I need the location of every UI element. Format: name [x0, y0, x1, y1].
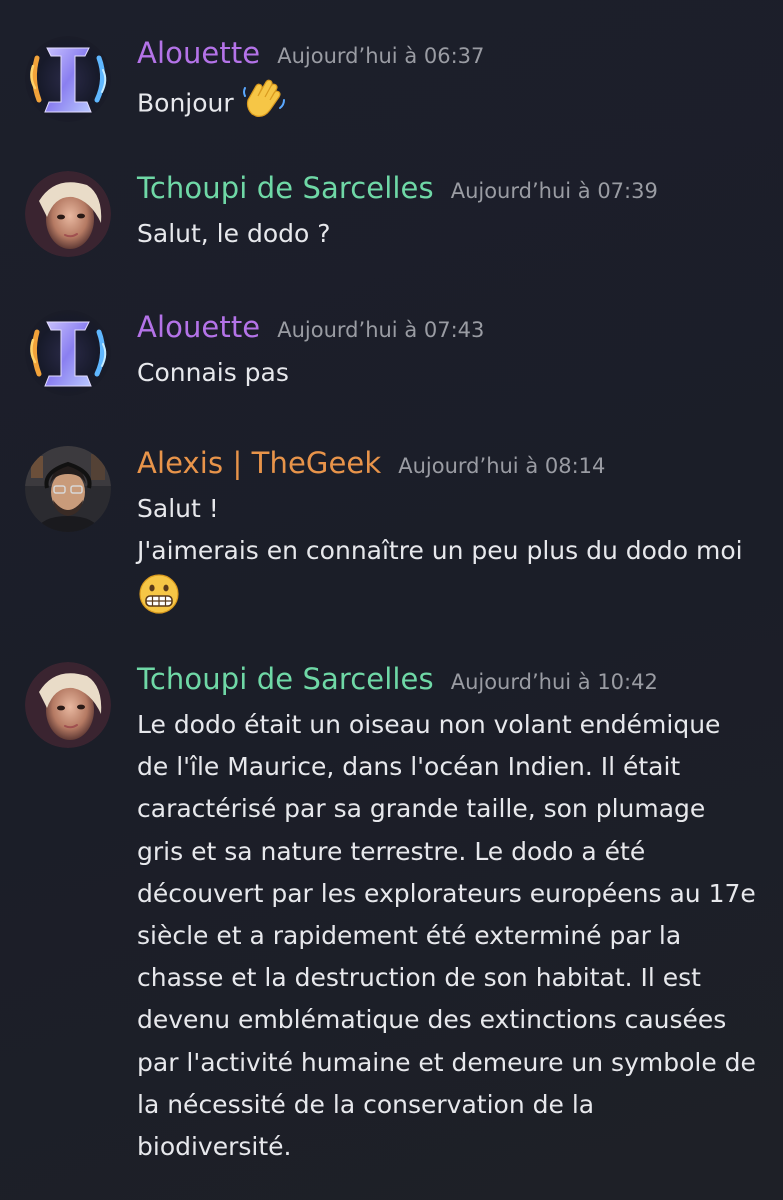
avatar-alouette[interactable] [25, 310, 111, 396]
message-text: biodiversité. [137, 1132, 292, 1162]
message-text: Salut, le dodo ? [137, 219, 331, 248]
grimacing-face-icon [137, 572, 181, 629]
author-name[interactable]: Alexis | TheGeek [137, 446, 381, 480]
message-text: J'aimerais en connaître un peu plus du d… [137, 536, 743, 565]
message-text: chasse et la destruction de son habitat.… [137, 963, 701, 993]
chat-message-list: Alouette Aujourd’hui à 06:37 Bonjour Tch… [0, 0, 783, 1200]
message-text: Bonjour [137, 88, 234, 118]
message-text: découvert par les explorateurs européens… [137, 878, 756, 908]
message-text: devenu emblématique des extinctions caus… [137, 1005, 727, 1035]
message-header: Alexis | TheGeek Aujourd’hui à 08:14 [137, 446, 605, 486]
message-text: de l'île Maurice, dans l'océan Indien. I… [137, 752, 681, 782]
timestamp[interactable]: Aujourd’hui à 07:39 [451, 179, 658, 203]
message-text: Salut ! [137, 494, 219, 523]
avatar-tchoupi[interactable] [25, 171, 111, 257]
waving-hand-icon [242, 78, 286, 131]
message-header: Alouette Aujourd’hui à 07:43 [137, 310, 484, 350]
avatar-alouette-image [25, 310, 111, 396]
message-text: Connais pas [137, 358, 289, 387]
message-content: Salut ! J'aimerais en connaître un peu p… [137, 488, 767, 629]
author-name[interactable]: Alouette [137, 36, 260, 70]
message-text: la nécessité de la conservation de la [137, 1089, 595, 1119]
timestamp[interactable]: Aujourd’hui à 08:14 [398, 454, 605, 478]
timestamp[interactable]: Aujourd’hui à 07:43 [277, 318, 484, 342]
author-name[interactable]: Alouette [137, 310, 260, 344]
avatar-tchoupi[interactable] [25, 662, 111, 748]
message-header: Alouette Aujourd’hui à 06:37 [137, 36, 484, 76]
message-content: Bonjour [137, 78, 767, 131]
avatar-alexis-image [25, 446, 111, 532]
message-content: Connais pas [137, 352, 767, 394]
message-content: Le dodo était un oiseau non volant endém… [137, 704, 767, 1168]
avatar-tchoupi-image [25, 662, 111, 748]
avatar-alouette-image [25, 36, 111, 122]
timestamp[interactable]: Aujourd’hui à 06:37 [277, 44, 484, 68]
message-content: Salut, le dodo ? [137, 213, 767, 255]
message-text: caractérisé par sa grande taille, son pl… [137, 794, 706, 824]
message-text: par l'activité humaine et demeure un sym… [137, 1047, 756, 1077]
avatar-tchoupi-image [25, 171, 111, 257]
message-header: Tchoupi de Sarcelles Aujourd’hui à 07:39 [137, 171, 658, 211]
message-text: Le dodo était un oiseau non volant endém… [137, 710, 721, 739]
author-name[interactable]: Tchoupi de Sarcelles [137, 662, 434, 696]
message-text: siècle et a rapidement été exterminé par… [137, 921, 682, 951]
timestamp[interactable]: Aujourd’hui à 10:42 [451, 670, 658, 694]
avatar-alouette[interactable] [25, 36, 111, 122]
message-header: Tchoupi de Sarcelles Aujourd’hui à 10:42 [137, 662, 658, 702]
message-text: gris et sa nature terrestre. Le dodo a é… [137, 836, 646, 866]
author-name[interactable]: Tchoupi de Sarcelles [137, 171, 434, 205]
avatar-alexis[interactable] [25, 446, 111, 532]
